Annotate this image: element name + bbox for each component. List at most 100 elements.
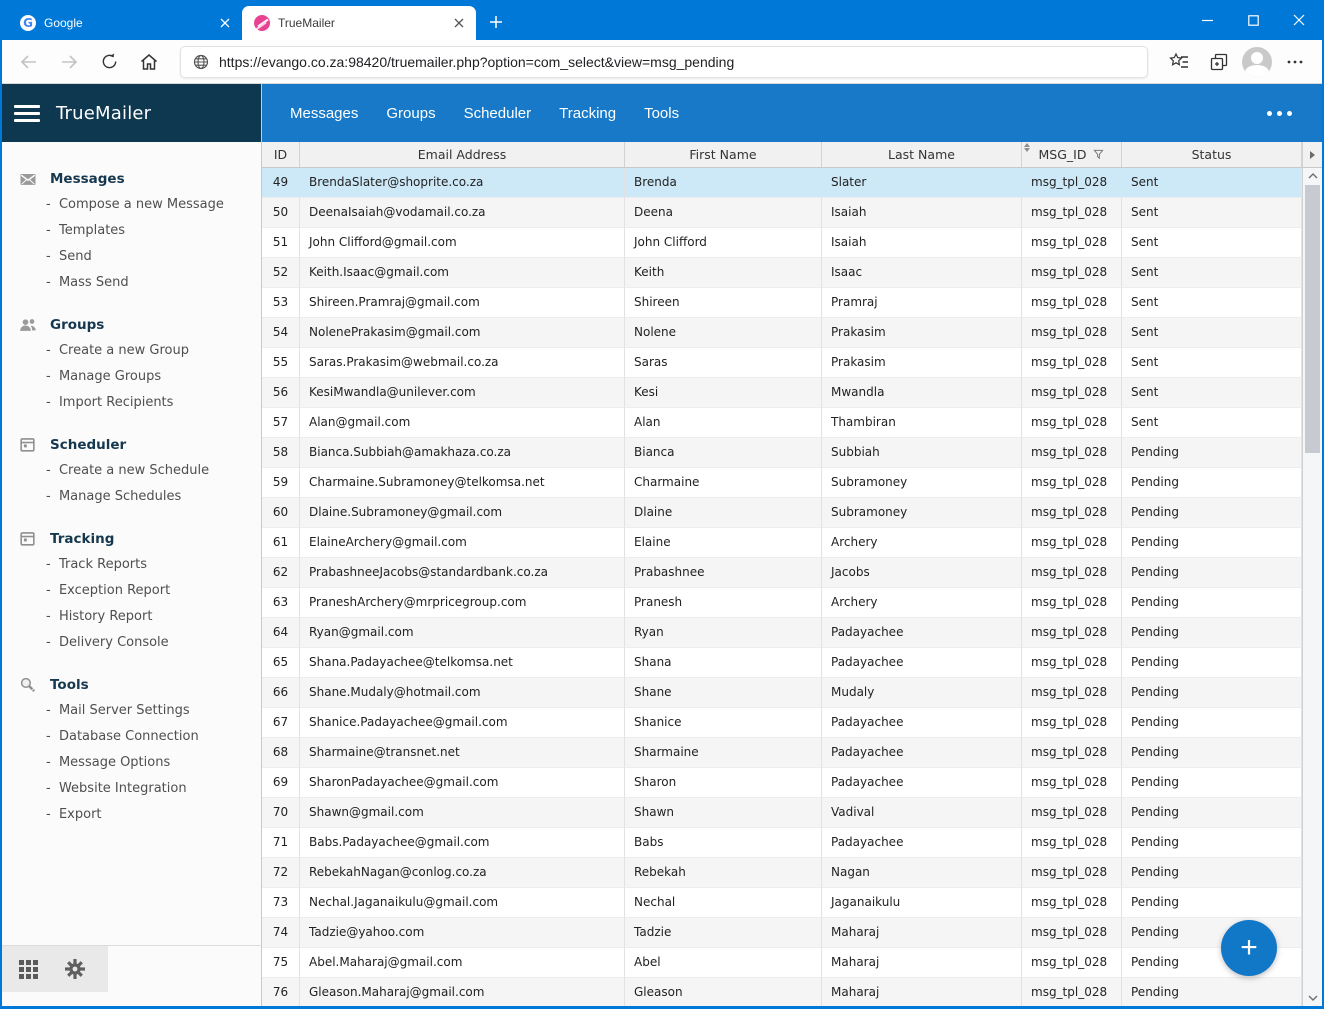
sidebar-item-message-options[interactable]: Message Options <box>46 750 261 776</box>
sidebar-section-title[interactable]: Tools <box>2 672 261 698</box>
table-row[interactable]: 75Abel.Maharaj@gmail.comAbelMaharajmsg_t… <box>262 948 1302 978</box>
table-row[interactable]: 73Nechal.Jaganaikulu@gmail.comNechalJaga… <box>262 888 1302 918</box>
table-row[interactable]: 51John Clifford@gmail.comJohn CliffordIs… <box>262 228 1302 258</box>
table-row[interactable]: 49BrendaSlater@shoprite.co.zaBrendaSlate… <box>262 168 1302 198</box>
sidebar-item-delivery-console[interactable]: Delivery Console <box>46 630 261 656</box>
close-button[interactable] <box>1276 0 1322 40</box>
table-row[interactable]: 70Shawn@gmail.comShawnVadivalmsg_tpl_028… <box>262 798 1302 828</box>
sidebar-item-manage-schedules[interactable]: Manage Schedules <box>46 484 261 510</box>
sidebar-item-manage-groups[interactable]: Manage Groups <box>46 364 261 390</box>
scroll-up-icon[interactable] <box>1303 168 1322 184</box>
column-header-status[interactable]: Status <box>1122 142 1302 167</box>
table-row[interactable]: 61ElaineArchery@gmail.comElaineArcheryms… <box>262 528 1302 558</box>
column-header-msg-id[interactable]: MSG_ID <box>1022 142 1122 167</box>
column-header-first-name[interactable]: First Name <box>625 142 822 167</box>
gear-icon[interactable] <box>63 957 87 981</box>
table-row[interactable]: 52Keith.Isaac@gmail.comKeithIsaacmsg_tpl… <box>262 258 1302 288</box>
tab-google[interactable]: G Google <box>8 6 242 40</box>
nav-item-scheduler[interactable]: Scheduler <box>450 97 546 130</box>
table-row[interactable]: 66Shane.Mudaly@hotmail.comShaneMudalymsg… <box>262 678 1302 708</box>
table-row[interactable]: 63PraneshArchery@mrpricegroup.comPranesh… <box>262 588 1302 618</box>
sidebar-item-import-recipients[interactable]: Import Recipients <box>46 390 261 416</box>
apps-grid-icon[interactable] <box>18 959 39 980</box>
column-header-email[interactable]: Email Address <box>300 142 625 167</box>
sidebar-section-title[interactable]: Messages <box>2 166 261 192</box>
sidebar-item-mass-send[interactable]: Mass Send <box>46 270 261 296</box>
table-row[interactable]: 71Babs.Padayachee@gmail.comBabsPadayache… <box>262 828 1302 858</box>
tab-close-icon[interactable] <box>450 14 468 32</box>
sidebar-section-title[interactable]: Scheduler <box>2 432 261 458</box>
hamburger-menu-icon[interactable] <box>14 105 40 122</box>
sidebar-item-create-a-new-schedule[interactable]: Create a new Schedule <box>46 458 261 484</box>
table-row[interactable]: 65Shana.Padayachee@telkomsa.netShanaPada… <box>262 648 1302 678</box>
column-options-arrow-icon[interactable] <box>1303 142 1322 168</box>
table-row[interactable]: 68Sharmaine@transnet.netSharmainePadayac… <box>262 738 1302 768</box>
reload-icon[interactable] <box>92 45 126 79</box>
sidebar-item-exception-report[interactable]: Exception Report <box>46 578 261 604</box>
filter-icon[interactable] <box>1093 149 1104 160</box>
table-row[interactable]: 55Saras.Prakasim@webmail.co.zaSarasPraka… <box>262 348 1302 378</box>
table-row[interactable]: 50DeenaIsaiah@vodamail.co.zaDeenaIsaiahm… <box>262 198 1302 228</box>
column-header-id[interactable]: ID <box>262 142 300 167</box>
nav-more-button[interactable] <box>1251 111 1308 116</box>
sidebar-item-history-report[interactable]: History Report <box>46 604 261 630</box>
table-row[interactable]: 64Ryan@gmail.comRyanPadayacheemsg_tpl_02… <box>262 618 1302 648</box>
collections-icon[interactable] <box>1202 45 1236 79</box>
browser-menu-icon[interactable] <box>1278 45 1312 79</box>
nav-item-tracking[interactable]: Tracking <box>545 97 630 130</box>
maximize-button[interactable] <box>1230 0 1276 40</box>
back-icon[interactable] <box>12 45 46 79</box>
profile-avatar[interactable] <box>1242 47 1272 77</box>
sidebar-section-label: Groups <box>50 317 104 333</box>
cell-email: John Clifford@gmail.com <box>300 228 625 258</box>
cell-last-name: Jacobs <box>822 558 1022 588</box>
table-row[interactable]: 72RebekahNagan@conlog.co.zaRebekahNaganm… <box>262 858 1302 888</box>
new-tab-button[interactable] <box>482 8 510 36</box>
table-row[interactable]: 53Shireen.Pramraj@gmail.comShireenPramra… <box>262 288 1302 318</box>
table-row[interactable]: 57Alan@gmail.comAlanThambiranmsg_tpl_028… <box>262 408 1302 438</box>
table-row[interactable]: 62PrabashneeJacobs@standardbank.co.zaPra… <box>262 558 1302 588</box>
sidebar-sections: MessagesCompose a new MessageTemplatesSe… <box>2 142 261 1006</box>
nav-item-tools[interactable]: Tools <box>630 97 693 130</box>
favorites-icon[interactable] <box>1162 45 1196 79</box>
tab-truemailer[interactable]: TrueMailer <box>242 6 476 40</box>
cell-status: Pending <box>1122 858 1302 888</box>
table-row[interactable]: 58Bianca.Subbiah@amakhaza.co.zaBiancaSub… <box>262 438 1302 468</box>
sidebar-section-title[interactable]: Groups <box>2 312 261 338</box>
table-row[interactable]: 69SharonPadayachee@gmail.comSharonPadaya… <box>262 768 1302 798</box>
calendar-icon <box>18 435 38 455</box>
sidebar-item-export[interactable]: Export <box>46 802 261 828</box>
cell-email: Gleason.Maharaj@gmail.com <box>300 978 625 1006</box>
column-header-last-name[interactable]: Last Name <box>822 142 1022 167</box>
table-row[interactable]: 54NolenePrakasim@gmail.comNolenePrakasim… <box>262 318 1302 348</box>
minimize-button[interactable] <box>1184 0 1230 40</box>
table-row[interactable]: 60Dlaine.Subramoney@gmail.comDlaineSubra… <box>262 498 1302 528</box>
address-bar[interactable]: https://evango.co.za:98420/truemailer.ph… <box>180 46 1148 78</box>
home-icon[interactable] <box>132 45 166 79</box>
add-record-fab[interactable]: + <box>1221 920 1277 976</box>
sidebar-item-compose-a-new-message[interactable]: Compose a new Message <box>46 192 261 218</box>
table-row[interactable]: 76Gleason.Maharaj@gmail.comGleasonMahara… <box>262 978 1302 1006</box>
table-row[interactable]: 74Tadzie@yahoo.comTadzieMaharajmsg_tpl_0… <box>262 918 1302 948</box>
sidebar-section-title[interactable]: Tracking <box>2 526 261 552</box>
sidebar-item-track-reports[interactable]: Track Reports <box>46 552 261 578</box>
sidebar-item-templates[interactable]: Templates <box>46 218 261 244</box>
sidebar-item-mail-server-settings[interactable]: Mail Server Settings <box>46 698 261 724</box>
vertical-scrollbar[interactable] <box>1303 168 1322 1006</box>
sidebar-item-database-connection[interactable]: Database Connection <box>46 724 261 750</box>
forward-icon[interactable] <box>52 45 86 79</box>
nav-item-groups[interactable]: Groups <box>372 97 449 130</box>
sort-icon[interactable] <box>1024 143 1030 152</box>
nav-item-messages[interactable]: Messages <box>276 97 372 130</box>
sidebar-item-create-a-new-group[interactable]: Create a new Group <box>46 338 261 364</box>
table-row[interactable]: 59Charmaine.Subramoney@telkomsa.netCharm… <box>262 468 1302 498</box>
scroll-down-icon[interactable] <box>1303 990 1322 1006</box>
sidebar-item-website-integration[interactable]: Website Integration <box>46 776 261 802</box>
table-row[interactable]: 67Shanice.Padayachee@gmail.comShanicePad… <box>262 708 1302 738</box>
table-row[interactable]: 56KesiMwandla@unilever.comKesiMwandlamsg… <box>262 378 1302 408</box>
cell-last-name: Mudaly <box>822 678 1022 708</box>
sidebar-item-send[interactable]: Send <box>46 244 261 270</box>
cell-id: 55 <box>262 348 300 378</box>
tab-close-icon[interactable] <box>216 14 234 32</box>
scrollbar-thumb[interactable] <box>1305 185 1320 453</box>
